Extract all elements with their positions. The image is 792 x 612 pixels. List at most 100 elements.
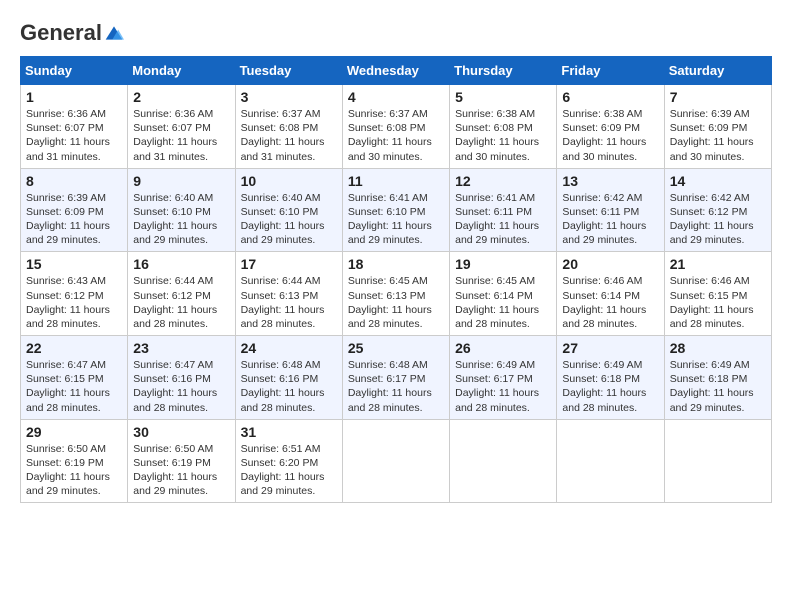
calendar-day-29: 29 Sunrise: 6:50 AMSunset: 6:19 PMDaylig… [21,419,128,503]
calendar-day-26: 26 Sunrise: 6:49 AMSunset: 6:17 PMDaylig… [450,336,557,420]
day-number: 24 [241,340,337,356]
header-day-thursday: Thursday [450,57,557,85]
day-number: 8 [26,173,122,189]
calendar-day-7: 7 Sunrise: 6:39 AMSunset: 6:09 PMDayligh… [664,85,771,169]
day-info: Sunrise: 6:45 AMSunset: 6:14 PMDaylight:… [455,275,539,330]
day-number: 30 [133,424,229,440]
day-number: 22 [26,340,122,356]
day-info: Sunrise: 6:39 AMSunset: 6:09 PMDaylight:… [26,192,110,247]
header-day-saturday: Saturday [664,57,771,85]
day-info: Sunrise: 6:39 AMSunset: 6:09 PMDaylight:… [670,108,754,163]
page-header: General [20,20,772,46]
day-number: 7 [670,89,766,105]
day-info: Sunrise: 6:48 AMSunset: 6:16 PMDaylight:… [241,359,325,414]
day-info: Sunrise: 6:44 AMSunset: 6:12 PMDaylight:… [133,275,217,330]
logo: General [20,20,124,46]
calendar-day-2: 2 Sunrise: 6:36 AMSunset: 6:07 PMDayligh… [128,85,235,169]
calendar-week-5: 29 Sunrise: 6:50 AMSunset: 6:19 PMDaylig… [21,419,772,503]
empty-cell [450,419,557,503]
day-info: Sunrise: 6:45 AMSunset: 6:13 PMDaylight:… [348,275,432,330]
day-number: 4 [348,89,444,105]
header-day-friday: Friday [557,57,664,85]
day-info: Sunrise: 6:41 AMSunset: 6:11 PMDaylight:… [455,192,539,247]
calendar-day-19: 19 Sunrise: 6:45 AMSunset: 6:14 PMDaylig… [450,252,557,336]
day-number: 9 [133,173,229,189]
calendar-header: SundayMondayTuesdayWednesdayThursdayFrid… [21,57,772,85]
day-number: 14 [670,173,766,189]
day-info: Sunrise: 6:37 AMSunset: 6:08 PMDaylight:… [348,108,432,163]
logo-icon [104,23,124,43]
day-number: 28 [670,340,766,356]
empty-cell [557,419,664,503]
day-number: 29 [26,424,122,440]
day-number: 27 [562,340,658,356]
calendar-day-30: 30 Sunrise: 6:50 AMSunset: 6:19 PMDaylig… [128,419,235,503]
day-info: Sunrise: 6:38 AMSunset: 6:08 PMDaylight:… [455,108,539,163]
day-info: Sunrise: 6:46 AMSunset: 6:14 PMDaylight:… [562,275,646,330]
calendar-day-14: 14 Sunrise: 6:42 AMSunset: 6:12 PMDaylig… [664,168,771,252]
day-number: 2 [133,89,229,105]
calendar-day-6: 6 Sunrise: 6:38 AMSunset: 6:09 PMDayligh… [557,85,664,169]
calendar-day-20: 20 Sunrise: 6:46 AMSunset: 6:14 PMDaylig… [557,252,664,336]
day-info: Sunrise: 6:47 AMSunset: 6:16 PMDaylight:… [133,359,217,414]
day-number: 19 [455,256,551,272]
day-number: 13 [562,173,658,189]
header-row: SundayMondayTuesdayWednesdayThursdayFrid… [21,57,772,85]
day-info: Sunrise: 6:44 AMSunset: 6:13 PMDaylight:… [241,275,325,330]
header-day-sunday: Sunday [21,57,128,85]
calendar-week-4: 22 Sunrise: 6:47 AMSunset: 6:15 PMDaylig… [21,336,772,420]
calendar-week-3: 15 Sunrise: 6:43 AMSunset: 6:12 PMDaylig… [21,252,772,336]
day-number: 25 [348,340,444,356]
calendar-week-1: 1 Sunrise: 6:36 AMSunset: 6:07 PMDayligh… [21,85,772,169]
calendar-body: 1 Sunrise: 6:36 AMSunset: 6:07 PMDayligh… [21,85,772,503]
calendar-day-18: 18 Sunrise: 6:45 AMSunset: 6:13 PMDaylig… [342,252,449,336]
calendar-day-5: 5 Sunrise: 6:38 AMSunset: 6:08 PMDayligh… [450,85,557,169]
header-day-tuesday: Tuesday [235,57,342,85]
calendar-day-16: 16 Sunrise: 6:44 AMSunset: 6:12 PMDaylig… [128,252,235,336]
day-info: Sunrise: 6:38 AMSunset: 6:09 PMDaylight:… [562,108,646,163]
calendar-day-25: 25 Sunrise: 6:48 AMSunset: 6:17 PMDaylig… [342,336,449,420]
day-info: Sunrise: 6:36 AMSunset: 6:07 PMDaylight:… [26,108,110,163]
day-number: 26 [455,340,551,356]
day-number: 17 [241,256,337,272]
header-day-wednesday: Wednesday [342,57,449,85]
logo-general: General [20,20,102,46]
day-info: Sunrise: 6:47 AMSunset: 6:15 PMDaylight:… [26,359,110,414]
day-info: Sunrise: 6:49 AMSunset: 6:18 PMDaylight:… [562,359,646,414]
day-info: Sunrise: 6:46 AMSunset: 6:15 PMDaylight:… [670,275,754,330]
calendar-day-9: 9 Sunrise: 6:40 AMSunset: 6:10 PMDayligh… [128,168,235,252]
day-info: Sunrise: 6:48 AMSunset: 6:17 PMDaylight:… [348,359,432,414]
day-info: Sunrise: 6:50 AMSunset: 6:19 PMDaylight:… [133,443,217,498]
day-info: Sunrise: 6:50 AMSunset: 6:19 PMDaylight:… [26,443,110,498]
day-number: 12 [455,173,551,189]
calendar-day-28: 28 Sunrise: 6:49 AMSunset: 6:18 PMDaylig… [664,336,771,420]
calendar-day-13: 13 Sunrise: 6:42 AMSunset: 6:11 PMDaylig… [557,168,664,252]
empty-cell [342,419,449,503]
day-number: 31 [241,424,337,440]
empty-cell [664,419,771,503]
day-number: 15 [26,256,122,272]
header-day-monday: Monday [128,57,235,85]
day-info: Sunrise: 6:41 AMSunset: 6:10 PMDaylight:… [348,192,432,247]
calendar-day-8: 8 Sunrise: 6:39 AMSunset: 6:09 PMDayligh… [21,168,128,252]
calendar-day-11: 11 Sunrise: 6:41 AMSunset: 6:10 PMDaylig… [342,168,449,252]
day-info: Sunrise: 6:43 AMSunset: 6:12 PMDaylight:… [26,275,110,330]
day-number: 23 [133,340,229,356]
calendar-day-23: 23 Sunrise: 6:47 AMSunset: 6:16 PMDaylig… [128,336,235,420]
day-info: Sunrise: 6:42 AMSunset: 6:11 PMDaylight:… [562,192,646,247]
day-number: 5 [455,89,551,105]
calendar-day-10: 10 Sunrise: 6:40 AMSunset: 6:10 PMDaylig… [235,168,342,252]
day-number: 20 [562,256,658,272]
calendar-day-17: 17 Sunrise: 6:44 AMSunset: 6:13 PMDaylig… [235,252,342,336]
day-info: Sunrise: 6:36 AMSunset: 6:07 PMDaylight:… [133,108,217,163]
day-number: 16 [133,256,229,272]
day-info: Sunrise: 6:49 AMSunset: 6:17 PMDaylight:… [455,359,539,414]
calendar-day-15: 15 Sunrise: 6:43 AMSunset: 6:12 PMDaylig… [21,252,128,336]
day-info: Sunrise: 6:40 AMSunset: 6:10 PMDaylight:… [133,192,217,247]
day-info: Sunrise: 6:37 AMSunset: 6:08 PMDaylight:… [241,108,325,163]
calendar-day-21: 21 Sunrise: 6:46 AMSunset: 6:15 PMDaylig… [664,252,771,336]
calendar-day-3: 3 Sunrise: 6:37 AMSunset: 6:08 PMDayligh… [235,85,342,169]
day-info: Sunrise: 6:51 AMSunset: 6:20 PMDaylight:… [241,443,325,498]
day-info: Sunrise: 6:49 AMSunset: 6:18 PMDaylight:… [670,359,754,414]
calendar-table: SundayMondayTuesdayWednesdayThursdayFrid… [20,56,772,503]
